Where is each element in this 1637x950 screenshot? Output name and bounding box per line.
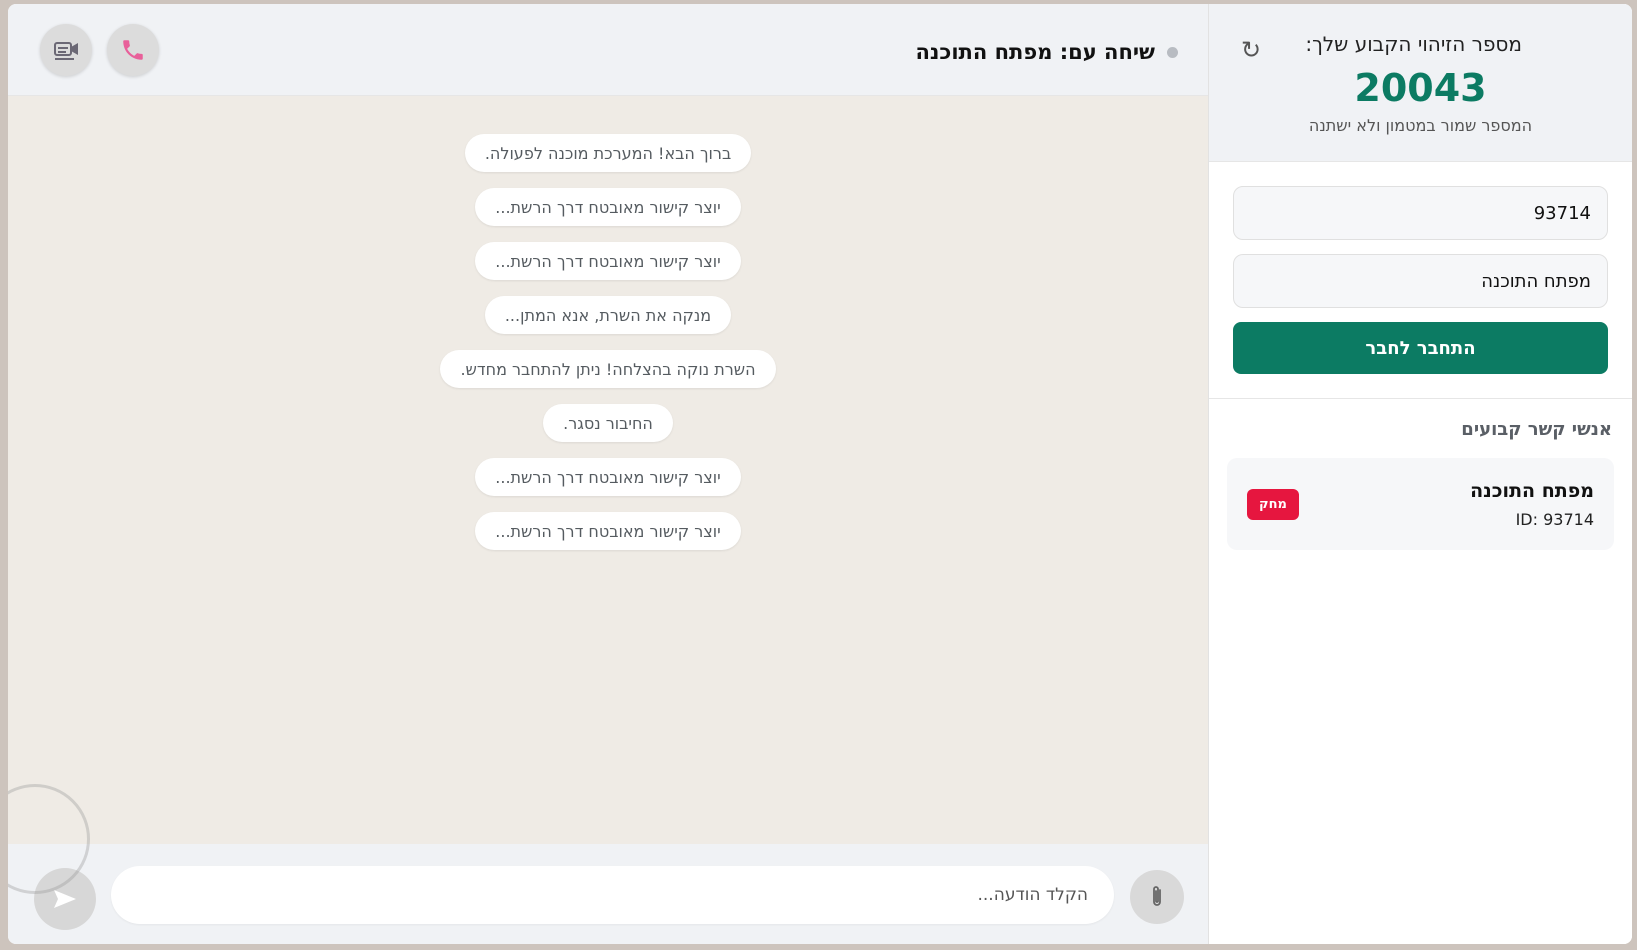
system-message: השרת נוקה בהצלחה! ניתן להתחבר מחדש. bbox=[440, 350, 776, 388]
contact-name: מפתח התוכנה bbox=[1470, 480, 1594, 502]
message-list: ברוך הבא! המערכת מוכנה לפעולה. יוצר קישו… bbox=[8, 96, 1208, 844]
connect-form: התחבר לחבר bbox=[1209, 162, 1632, 399]
chat-title-wrap: שיחה עם: מפתח התוכנה bbox=[915, 40, 1178, 64]
attach-button[interactable] bbox=[1130, 870, 1184, 924]
paperclip-icon bbox=[1153, 886, 1161, 906]
system-message: יוצר קישור מאובטח דרך הרשת... bbox=[475, 188, 741, 226]
contact-card[interactable]: מפתח התוכנה ID: 93714 מחק bbox=[1227, 458, 1614, 550]
contacts-title: אנשי קשר קבועים bbox=[1461, 419, 1612, 440]
chat-title: שיחה עם: מפתח התוכנה bbox=[915, 40, 1155, 64]
app-window: שיחה עם: מפתח התוכנה ברוך הבא! המערכת מו… bbox=[8, 4, 1632, 944]
my-id-number: 20043 bbox=[1354, 66, 1487, 110]
voice-call-button[interactable] bbox=[107, 24, 159, 76]
chat-panel: שיחה עם: מפתח התוכנה ברוך הבא! המערכת מו… bbox=[8, 4, 1208, 944]
video-call-button[interactable] bbox=[40, 24, 92, 76]
connect-button[interactable]: התחבר לחבר bbox=[1233, 322, 1608, 374]
chat-footer bbox=[8, 844, 1208, 944]
system-message: יוצר קישור מאובטח דרך הרשת... bbox=[475, 458, 741, 496]
system-message: החיבור נסגר. bbox=[543, 404, 673, 442]
contact-id: ID: 93714 bbox=[1515, 510, 1594, 529]
send-icon bbox=[54, 890, 76, 908]
message-input[interactable] bbox=[111, 866, 1114, 924]
my-id-label: מספר הזיהוי הקבוע שלך: bbox=[1305, 32, 1522, 56]
system-message: יוצר קישור מאובטח דרך הרשת... bbox=[475, 512, 741, 550]
system-message: יוצר קישור מאובטח דרך הרשת... bbox=[475, 242, 741, 280]
sidebar: ↻ מספר הזיהוי הקבוע שלך: 20043 המספר שמו… bbox=[1208, 4, 1632, 944]
status-dot bbox=[1167, 46, 1178, 58]
chat-header: שיחה עם: מפתח התוכנה bbox=[8, 4, 1208, 96]
peer-name-input[interactable] bbox=[1233, 254, 1608, 308]
video-icon bbox=[54, 42, 78, 60]
peer-id-input[interactable] bbox=[1233, 186, 1608, 240]
system-message: מנקה את השרת, אנא המתן... bbox=[484, 296, 732, 334]
system-message: ברוך הבא! המערכת מוכנה לפעולה. bbox=[464, 134, 752, 172]
delete-contact-button[interactable]: מחק bbox=[1247, 489, 1299, 520]
phone-icon bbox=[123, 40, 143, 60]
refresh-icon[interactable]: ↻ bbox=[1241, 36, 1261, 64]
my-id-box: ↻ מספר הזיהוי הקבוע שלך: 20043 המספר שמו… bbox=[1209, 4, 1632, 162]
my-id-note: המספר שמור במטמון ולא ישתנה bbox=[1308, 116, 1533, 135]
